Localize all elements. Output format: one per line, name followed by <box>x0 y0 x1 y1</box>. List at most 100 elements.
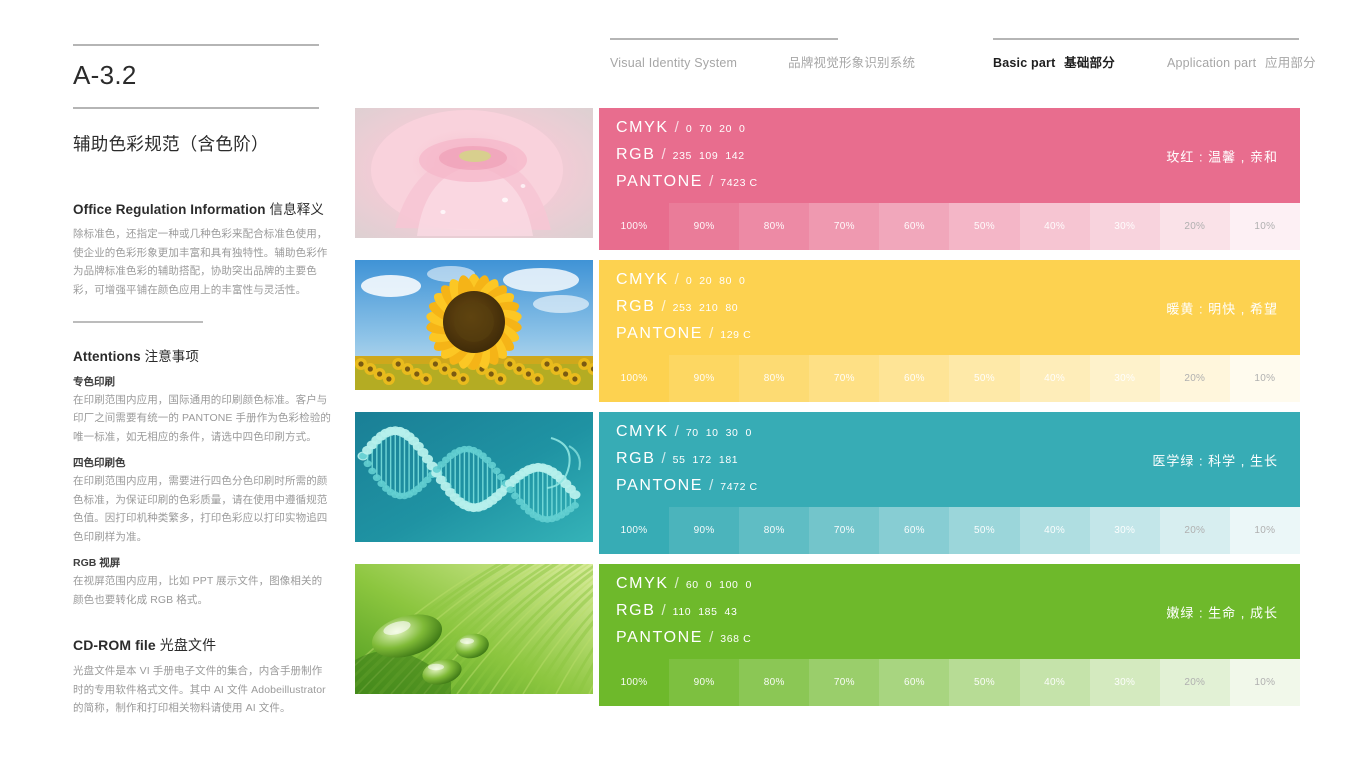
tint-step: 40% <box>1019 659 1090 706</box>
attentions-heading-cn: 注意事项 <box>144 348 200 364</box>
spec-cmyk: CMYK / 0 20 80 0 <box>616 267 751 294</box>
subsection-title-rgb-screen: RGB 视屏 <box>73 557 121 569</box>
tint-step-label: 50% <box>974 221 995 232</box>
tint-step-label: 40% <box>1044 677 1066 688</box>
tint-step: 30% <box>1089 355 1160 402</box>
tint-step: 90% <box>669 203 740 250</box>
color-swatch-row: CMYK / 70 10 30 0 RGB / 55 172 181 PANTONE / 7472 C 医学… <box>355 412 1300 554</box>
spec-rgb-key: RGB <box>616 298 656 315</box>
header-vis-en: Visual Identity System <box>610 56 738 70</box>
spec-cmyk-key: CMYK <box>616 575 669 592</box>
tint-step-label: 60% <box>903 373 925 384</box>
spec-cmyk: CMYK / 70 10 30 0 <box>616 419 758 446</box>
tint-step-label: 70% <box>833 221 855 232</box>
tint-scale: 100% 90% 80% 70% 60% 50% 40% 30% 20% 10% <box>599 355 1300 402</box>
swatch-color-block: CMYK / 0 70 20 0 RGB / 235 109 142 PANTONE / 7423 C 玫红… <box>599 108 1300 203</box>
tint-step: 10% <box>1229 659 1300 706</box>
tint-step-label: 40% <box>1044 525 1066 536</box>
spec-rgb-value: 235 109 142 <box>672 150 745 162</box>
sidebar-rule-under-code <box>73 107 319 109</box>
tint-step-label: 60% <box>903 677 925 688</box>
subsection-body-spot-printing: 在印刷范围内应用，国际通用的印刷颜色标准。客户与印厂之间需要有统一的 PANTO… <box>73 393 331 443</box>
swatch-meaning: 嫩绿 : 生命 , 成长 <box>1166 605 1278 620</box>
tint-step-label: 50% <box>974 677 995 688</box>
header-visual-identity-system: Visual Identity System <box>610 56 742 70</box>
tint-step-label: 100% <box>620 221 648 232</box>
spec-pantone: PANTONE / 7472 C <box>616 473 758 500</box>
tint-step: 70% <box>809 507 880 554</box>
tint-step-label: 10% <box>1254 373 1276 384</box>
tint-step-label: 90% <box>693 677 715 688</box>
spec-rgb-separator: / <box>661 298 666 315</box>
spec-pantone: PANTONE / 7423 C <box>616 169 758 196</box>
tint-step: 30% <box>1089 507 1160 554</box>
header-basic-en: Basic part <box>993 56 1056 70</box>
header-visual-identity-system-cn: 品牌视觉形象识别系统 <box>788 52 915 71</box>
tint-step-label: 10% <box>1254 677 1276 688</box>
tint-step: 90% <box>669 355 740 402</box>
cdrom-heading-en: CD-ROM file <box>73 637 156 653</box>
tint-step-label: 50% <box>974 373 995 384</box>
tint-step: 60% <box>879 507 950 554</box>
spec-cmyk-value: 0 70 20 0 <box>685 123 746 135</box>
color-palette: CMYK / 0 70 20 0 RGB / 235 109 142 PANTONE / 7423 C 玫红… <box>355 108 1300 716</box>
spec-rgb: RGB / 253 210 80 <box>616 294 751 321</box>
tint-scale: 100% 90% 80% 70% 60% 50% 40% 30% 20% 10% <box>599 659 1300 706</box>
spec-cmyk: CMYK / 0 70 20 0 <box>616 115 758 142</box>
swatch-color-block: CMYK / 70 10 30 0 RGB / 55 172 181 PANTONE / 7472 C 医学… <box>599 412 1300 507</box>
swatch-thumbnail <box>355 108 593 238</box>
spec-cmyk-value: 60 0 100 0 <box>685 579 752 591</box>
tint-step-label: 90% <box>693 525 715 536</box>
tint-step: 30% <box>1089 659 1160 706</box>
spec-pantone-separator: / <box>709 477 714 494</box>
tint-step-label: 30% <box>1114 373 1136 384</box>
header-tab-basic-part[interactable]: Basic part 基础部分 <box>993 52 1115 71</box>
spec-pantone-key: PANTONE <box>616 629 704 646</box>
section-body-office-regulation: 除标准色，还指定一种或几种色彩来配合标准色使用，使企业的色彩形象更加丰富和具有独… <box>73 228 328 296</box>
swatch-specs: CMYK / 70 10 30 0 RGB / 55 172 181 PANTONE / 7472 C <box>599 419 758 500</box>
spec-cmyk-separator: / <box>674 423 679 440</box>
tint-step: 80% <box>739 507 810 554</box>
tint-scale: 100% 90% 80% 70% 60% 50% 40% 30% 20% 10% <box>599 203 1300 250</box>
header-group-parts: Basic part 基础部分 Application part 应用部分 <box>993 38 1316 71</box>
swatch-specs: CMYK / 60 0 100 0 RGB / 110 185 43 PANTONE / 368 C <box>599 571 752 652</box>
header-rule-right <box>993 38 1299 40</box>
header-application-en: Application part <box>1166 56 1257 70</box>
section-heading-attentions: Attentions 注意事项 <box>73 345 331 365</box>
page-code: A-3.2 <box>73 60 137 90</box>
spec-rgb-separator: / <box>661 146 666 163</box>
spec-cmyk: CMYK / 60 0 100 0 <box>616 571 752 598</box>
swatch-specs: CMYK / 0 20 80 0 RGB / 253 210 80 PANTONE / 129 C <box>599 267 751 348</box>
tint-step-label: 100% <box>620 525 648 536</box>
spec-pantone-separator: / <box>709 629 714 646</box>
header-tab-application-part[interactable]: Application part 应用部分 <box>1167 52 1316 71</box>
tint-step: 60% <box>879 355 950 402</box>
tint-step: 100% <box>599 355 670 402</box>
tint-step: 20% <box>1159 355 1230 402</box>
tint-scale: 100% 90% 80% 70% 60% 50% 40% 30% 20% 10% <box>599 507 1300 554</box>
sidebar: A-3.2 辅助色彩规范（含色阶） Office Regulation Info… <box>73 44 331 718</box>
swatch-meaning: 暖黄 : 明快 , 希望 <box>1166 301 1278 316</box>
tint-step-label: 70% <box>833 677 855 688</box>
tint-step-label: 60% <box>903 221 925 232</box>
page-title: 辅助色彩规范（含色阶） <box>73 134 269 154</box>
spec-pantone-separator: / <box>709 325 714 342</box>
tint-step-label: 40% <box>1044 221 1066 232</box>
tint-step-label: 20% <box>1184 677 1206 688</box>
tint-step: 90% <box>669 507 740 554</box>
tint-step: 60% <box>879 203 950 250</box>
spec-pantone-value: 7472 C <box>720 481 758 493</box>
tint-step: 20% <box>1159 507 1230 554</box>
tint-step: 40% <box>1019 355 1090 402</box>
tint-step: 50% <box>949 507 1020 554</box>
tint-step: 10% <box>1229 507 1300 554</box>
swatch-thumbnail <box>355 564 593 694</box>
tint-step-label: 80% <box>763 525 785 536</box>
spec-cmyk-separator: / <box>674 119 679 136</box>
swatch-meaning: 玫红 : 温馨 , 亲和 <box>1166 149 1278 164</box>
color-swatch-row: CMYK / 0 20 80 0 RGB / 253 210 80 PANTONE / 129 C 暖黄 :… <box>355 260 1300 402</box>
header-basic-cn: 基础部分 <box>1064 56 1115 70</box>
sidebar-rule-top <box>73 44 319 46</box>
swatch-panel: CMYK / 60 0 100 0 RGB / 110 185 43 PANTONE / 368 C 嫩绿 … <box>599 564 1300 706</box>
green-leaf-dew-photo <box>355 564 593 694</box>
